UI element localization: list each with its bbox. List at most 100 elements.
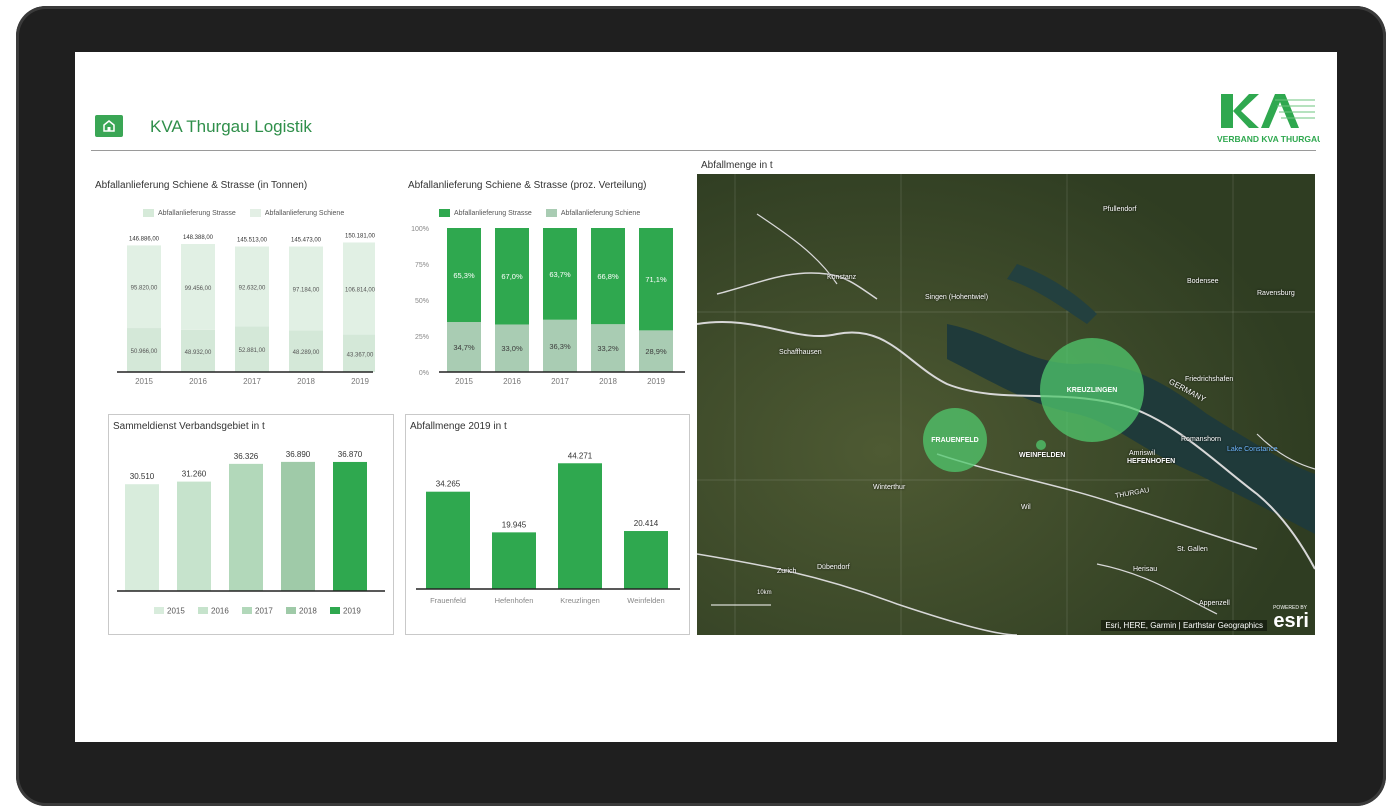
data-label: 20.414 [634, 519, 659, 528]
map-view[interactable]: KREUZLINGEN FRAUENFELD WEINFELDEN HEFENH… [697, 174, 1315, 635]
data-label: 31.260 [182, 470, 207, 479]
data-label: 48.289,00 [293, 350, 320, 356]
map-place: Zurich [777, 568, 797, 575]
home-button[interactable] [95, 115, 123, 137]
legend-swatch [286, 607, 296, 614]
bar [426, 491, 470, 589]
data-label: 33,2% [597, 344, 619, 353]
x-tick-label: 2016 [503, 377, 521, 386]
data-label: 44.271 [568, 451, 593, 460]
map-label-hefenhofen: HEFENHOFEN [1127, 458, 1176, 465]
data-label: 50.966,00 [131, 349, 158, 355]
chart-abfallmenge-svg: 34.265 Frauenfeld 19.945 Hefenhofen 44.271 Kr… [416, 451, 680, 605]
data-label: 106.814,00 [345, 288, 375, 294]
map-place: Winterthur [873, 484, 906, 491]
bar [492, 532, 536, 589]
x-tick-label: 2019 [647, 377, 665, 386]
y-tick-label: 100% [411, 226, 429, 233]
legend-label: 2018 [299, 607, 317, 616]
data-label: 48.932,00 [185, 350, 212, 356]
legend-label: 2017 [255, 607, 273, 616]
legend-swatch [330, 607, 340, 614]
x-tick-label: 2017 [243, 377, 261, 386]
bubble-kreuzlingen[interactable]: KREUZLINGEN [1040, 338, 1144, 442]
data-label: 33,0% [501, 344, 523, 353]
bar [624, 531, 668, 589]
x-tick-label: 2018 [599, 377, 617, 386]
map-place: Ravensburg [1257, 290, 1295, 297]
data-label: 19.945 [502, 520, 527, 529]
data-label: 36.870 [338, 450, 363, 459]
chart-prozent-panel: Abfallanlieferung Schiene & Strasse (pro… [405, 172, 687, 400]
data-label: 71,1% [645, 275, 667, 284]
x-tick-label: Frauenfeld [430, 596, 466, 605]
chart-sammeldienst-svg: 30.510 2015 31.260 2016 36.326 2017 36.890 2018… [117, 450, 385, 616]
data-label: 36.890 [286, 450, 311, 459]
map-place: Wil [1021, 504, 1031, 511]
legend-label: 2016 [211, 607, 229, 616]
bar [333, 461, 367, 591]
map-place: Konstanz [827, 274, 857, 281]
bar [558, 463, 602, 589]
y-tick-label: 75% [415, 262, 429, 269]
data-label: 65,3% [453, 271, 475, 280]
x-tick-label: 2017 [551, 377, 569, 386]
map-terrain [697, 174, 1315, 635]
data-label: 92.632,00 [239, 285, 266, 291]
total-label: 146.886,00 [129, 236, 160, 242]
data-label: 52.881,00 [239, 348, 266, 354]
data-label: 63,7% [549, 270, 571, 279]
bar [177, 481, 211, 591]
x-tick-label: Kreuzlingen [560, 596, 600, 605]
legend-label: 2019 [343, 607, 361, 616]
bubble-frauenfeld[interactable]: FRAUENFELD [923, 408, 987, 472]
total-label: 150.181,00 [345, 233, 375, 239]
map-place: Amriswil [1129, 450, 1156, 457]
map-place: Dübendorf [817, 564, 850, 571]
map-place: Herisau [1133, 566, 1158, 573]
bar [281, 461, 315, 591]
x-tick-label: 2016 [189, 377, 207, 386]
map-attribution: Esri, HERE, Garmin | Earthstar Geographi… [1101, 620, 1267, 631]
bar [125, 484, 159, 591]
map-label-weinfelden: WEINFELDEN [1019, 452, 1066, 459]
y-tick-label: 50% [415, 298, 429, 305]
legend-swatch [198, 607, 208, 614]
data-label: 30.510 [130, 472, 155, 481]
legend-label: 2015 [167, 607, 185, 616]
map-place: St. Gallen [1177, 546, 1208, 553]
data-label: 34.265 [436, 480, 461, 489]
data-label: 66,8% [597, 272, 619, 281]
data-label: 95.820,00 [131, 286, 158, 292]
x-tick-label: 2015 [455, 377, 473, 386]
total-label: 148.388,00 [183, 235, 214, 241]
data-label: 43.367,00 [347, 352, 374, 358]
dashboard-screen: KVA Thurgau Logistik VERBAND KVA THURGAU… [75, 52, 1337, 742]
map-place: Pfullendorf [1103, 206, 1137, 213]
legend-swatch [154, 607, 164, 614]
data-label: 34,7% [453, 343, 475, 352]
chart-tonnen-panel: Abfallanlieferung Schiene & Strasse (in … [93, 172, 375, 400]
chart-prozent-svg: 100% 75% 50% 25% 0% 34,7% 65,3% 2015 33,0% 67,0% 2… [411, 226, 685, 386]
home-icon [103, 120, 115, 132]
data-label: 36.326 [234, 452, 259, 461]
x-tick-label: 2019 [351, 377, 369, 386]
map-place: Lake Constance [1227, 446, 1278, 453]
x-tick-label: 2018 [297, 377, 315, 386]
map-place: Bodensee [1187, 278, 1219, 285]
kva-logo: VERBAND KVA THURGAU [1215, 92, 1323, 148]
map-place: Friedrichshafen [1185, 376, 1234, 383]
header-divider [91, 150, 1316, 151]
bar [229, 463, 263, 591]
map-place: Schaffhausen [779, 349, 822, 356]
map-place: Singen (Hohentwiel) [925, 294, 989, 301]
legend-swatch [242, 607, 252, 614]
bubble-weinfelden[interactable] [1036, 440, 1046, 450]
total-label: 145.513,00 [237, 237, 268, 243]
data-label: 67,0% [501, 272, 523, 281]
data-label: 97.184,00 [293, 287, 320, 293]
y-tick-label: 25% [415, 334, 429, 341]
x-tick-label: 2015 [135, 377, 153, 386]
map-title: Abfallmenge in t [701, 160, 773, 171]
data-label: 28,9% [645, 347, 667, 356]
